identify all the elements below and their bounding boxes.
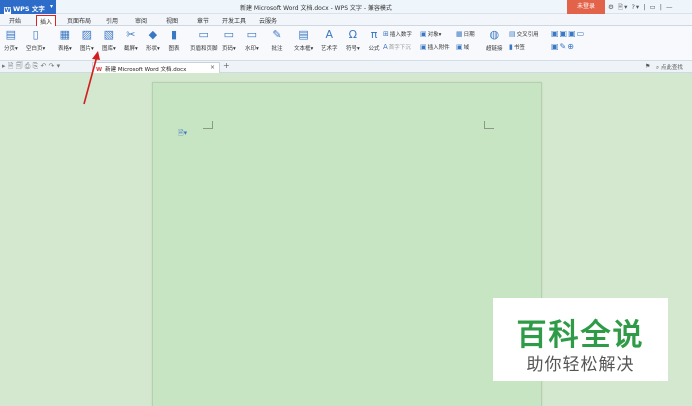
tab-references[interactable]: 引用: [106, 16, 118, 25]
page-number-icon: ▭: [223, 28, 235, 41]
screenshot-icon: ✂: [126, 28, 136, 41]
shapes-icon: ◆: [148, 28, 158, 41]
tab-home[interactable]: 开始: [9, 16, 21, 25]
gallery-button[interactable]: ▧ 图库▾: [102, 28, 116, 53]
wordart-button[interactable]: A 艺术字: [321, 28, 338, 53]
cross-reference-icon: ▤: [509, 30, 516, 38]
quick-access-toolbar[interactable]: ▸ 🗎 🗐 ⎙ ⎘ ↶ ↷ ▾: [2, 62, 60, 73]
formula-icon: π: [370, 28, 378, 41]
flag-icon[interactable]: ⚑: [645, 63, 650, 70]
ribbon-tabs: 开始 插入 页面布局 引用 审阅 视图 章节 开发工具 云服务: [0, 14, 692, 28]
new-tab-button[interactable]: +: [223, 61, 230, 70]
date-button[interactable]: ▦日期: [456, 30, 475, 38]
page-number-button[interactable]: ▭ 页码▾: [222, 28, 236, 53]
insert-number-button[interactable]: ⊞插入数字: [383, 30, 412, 38]
annotation-arrow-icon: [83, 51, 100, 105]
document-page[interactable]: [152, 82, 542, 406]
watermark-button[interactable]: ▭ 水印▾: [245, 28, 259, 53]
bookmark-icon: ▮: [509, 43, 513, 51]
search-icon: ⌕: [656, 65, 660, 71]
formula-button[interactable]: π 公式: [368, 28, 380, 53]
attachment-button[interactable]: ▣插入附件: [420, 43, 450, 51]
textbox-button[interactable]: ▤ 文本框▾: [294, 28, 313, 53]
tab-developer[interactable]: 开发工具: [222, 16, 246, 25]
drop-cap-button[interactable]: A首字下沉: [383, 43, 411, 51]
chart-button[interactable]: ▮ 图表: [168, 28, 180, 53]
title-bar: W WPS 文字 ▾ 新建 Microsoft Word 文档.docx - WP…: [0, 0, 692, 14]
object-icon: ▣: [420, 30, 427, 38]
date-icon: ▦: [456, 30, 463, 38]
watermark-subtitle: 助你轻松解决: [526, 355, 635, 375]
screenshot-button[interactable]: ✂ 截屏▾: [124, 28, 138, 53]
tab-review[interactable]: 审阅: [135, 16, 147, 25]
table-button[interactable]: ▦ 表格▾: [58, 28, 72, 53]
comment-button[interactable]: ✎ 批注: [271, 28, 283, 53]
shapes-button[interactable]: ◆ 形状▾: [146, 28, 160, 53]
margin-corner-top-left: [203, 121, 213, 129]
search-field[interactable]: ⌕ 点此查找: [656, 63, 683, 72]
insert-number-icon: ⊞: [383, 30, 389, 38]
lock-icon[interactable]: ▣✎⊕: [551, 42, 575, 51]
blank-page-button[interactable]: ▯ 空白页▾: [26, 28, 45, 53]
wps-logo-icon: W: [4, 7, 11, 14]
picture-icon: ▨: [81, 28, 93, 41]
hyperlink-icon: ◍: [489, 28, 500, 41]
symbol-button[interactable]: Ω 符号▾: [346, 28, 360, 53]
app-menu-button[interactable]: W WPS 文字 ▾: [0, 0, 56, 14]
tab-chapter[interactable]: 章节: [197, 16, 209, 25]
header-footer-button[interactable]: ▭ 页眉和页脚: [190, 28, 218, 53]
app-name: WPS 文字: [13, 5, 45, 13]
picture-button[interactable]: ▨ 图片▾: [80, 28, 94, 53]
tab-view[interactable]: 视图: [166, 16, 178, 25]
bookmark-button[interactable]: ▮书签: [509, 43, 525, 51]
attachment-icon: ▣: [420, 43, 427, 51]
symbol-icon: Ω: [348, 28, 358, 41]
hyperlink-button[interactable]: ◍ 超链接: [486, 28, 503, 53]
page-break-button[interactable]: ▤ 分页▾: [4, 28, 18, 53]
chevron-down-icon[interactable]: ▾: [50, 3, 53, 10]
gallery-icon: ▧: [103, 28, 115, 41]
close-icon[interactable]: ×: [210, 64, 215, 71]
textbox-icon: ▤: [298, 28, 309, 41]
chart-icon: ▮: [170, 28, 178, 41]
window-controls[interactable]: ⚙ 🖹▾ ?▾ | ▭ | —: [608, 3, 673, 14]
comment-icon: ✎: [272, 28, 282, 41]
watermark-title: 百科全说: [516, 318, 645, 353]
margin-corner-top-right: [484, 121, 494, 129]
page-break-icon: ▤: [5, 28, 17, 41]
blank-page-icon: ▯: [32, 28, 39, 41]
document-tab[interactable]: W 新建 Microsoft Word 文档.docx ×: [92, 62, 220, 73]
wordart-icon: A: [325, 28, 334, 41]
object-button[interactable]: ▣对象▾: [420, 30, 441, 38]
drop-cap-icon: A: [383, 43, 388, 51]
field-icon: ▣: [456, 43, 463, 51]
site-watermark: 百科全说 助你轻松解决: [493, 298, 668, 381]
tab-cloud[interactable]: 云服务: [259, 16, 277, 25]
cross-reference-button[interactable]: ▤交叉引用: [509, 30, 539, 38]
watermark-icon: ▭: [246, 28, 258, 41]
layout-grid-icon[interactable]: ▣▣▣▭: [551, 29, 585, 38]
window-title: 新建 Microsoft Word 文档.docx - WPS 文字 - 兼容模…: [240, 5, 392, 12]
tab-page-layout[interactable]: 页面布局: [67, 16, 91, 25]
table-icon: ▦: [59, 28, 71, 41]
login-button[interactable]: 未登录: [567, 0, 605, 14]
header-footer-icon: ▭: [198, 28, 209, 41]
field-button[interactable]: ▣域: [456, 43, 469, 51]
paragraph-icon: 🗎▾: [178, 129, 188, 137]
